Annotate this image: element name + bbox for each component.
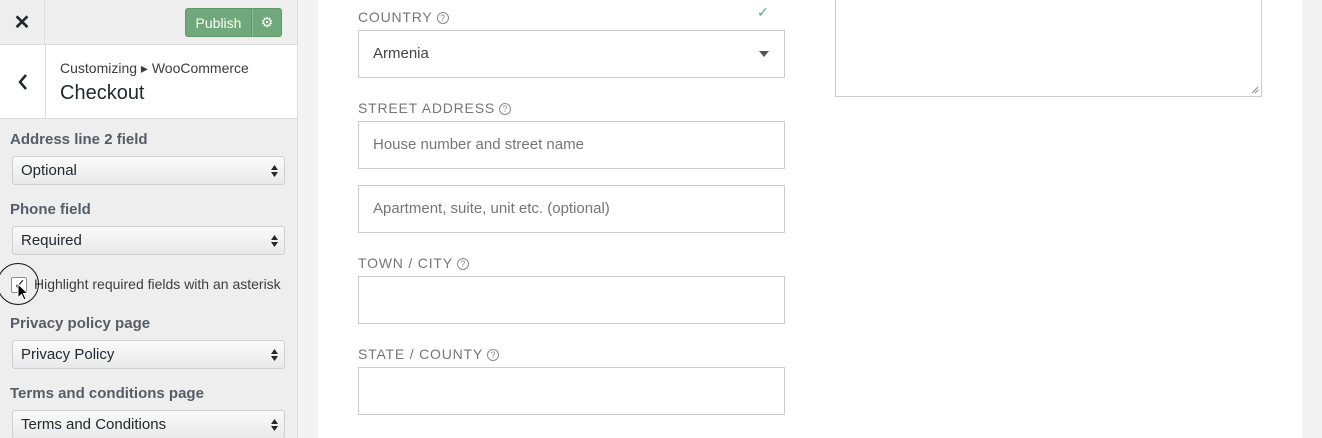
state-label: STATE / COUNTY?	[358, 346, 500, 362]
order-notes-textarea[interactable]	[835, 0, 1262, 97]
country-label: COUNTRY?	[358, 9, 449, 25]
mouse-cursor-icon	[17, 283, 29, 301]
dropdown-arrow-icon	[759, 51, 769, 57]
select-arrows-icon	[271, 235, 278, 247]
privacy-value: Privacy Policy	[21, 346, 115, 363]
customizer-sidebar: ✕ Publish ⚙ Customizing ▸ WooCommerce Ch…	[0, 0, 298, 438]
question-circle-icon[interactable]: ?	[498, 103, 511, 115]
address2-label: Address line 2 field	[10, 131, 148, 148]
asterisk-label: Highlight required fields with an asteri…	[34, 276, 281, 292]
apartment-input[interactable]: Apartment, suite, unit etc. (optional)	[358, 185, 785, 233]
country-label-text: COUNTRY	[358, 9, 433, 25]
question-circle-icon[interactable]: ?	[436, 12, 449, 24]
state-input[interactable]	[358, 367, 785, 415]
checkmark-icon: ✓	[757, 4, 769, 20]
country-select[interactable]: Armenia	[358, 30, 785, 78]
address2-select[interactable]: Optional	[12, 156, 285, 185]
terms-label: Terms and conditions page	[10, 385, 204, 402]
select-arrows-icon	[271, 419, 278, 431]
publish-button[interactable]: Publish	[185, 8, 252, 37]
breadcrumb: Customizing ▸ WooCommerce	[60, 60, 249, 76]
terms-select[interactable]: Terms and Conditions	[12, 410, 285, 438]
town-label-text: TOWN / CITY	[358, 255, 453, 271]
state-label-text: STATE / COUNTY	[358, 346, 484, 362]
customizer-header: ✕ Publish ⚙	[0, 0, 297, 45]
resize-handle-icon[interactable]	[1251, 86, 1259, 94]
question-circle-icon[interactable]: ?	[487, 349, 500, 361]
section-header: Customizing ▸ WooCommerce Checkout	[0, 45, 297, 119]
chevron-left-icon[interactable]	[0, 45, 46, 119]
privacy-label: Privacy policy page	[10, 315, 151, 332]
question-circle-icon[interactable]: ?	[456, 258, 469, 270]
phone-select[interactable]: Required	[12, 226, 285, 255]
country-value: Armenia	[373, 45, 429, 62]
street-label: STREET ADDRESS?	[358, 100, 511, 116]
phone-label: Phone field	[10, 201, 91, 218]
gear-icon[interactable]: ⚙	[252, 8, 282, 37]
privacy-select[interactable]: Privacy Policy	[12, 340, 285, 369]
town-label: TOWN / CITY?	[358, 255, 469, 271]
section-title: Checkout	[60, 82, 145, 104]
select-arrows-icon	[271, 165, 278, 177]
street-label-text: STREET ADDRESS	[358, 100, 495, 116]
terms-value: Terms and Conditions	[21, 416, 167, 433]
close-icon[interactable]: ✕	[0, 0, 45, 45]
address2-value: Optional	[21, 162, 77, 179]
street-address-input[interactable]: House number and street name	[358, 121, 785, 169]
phone-value: Required	[21, 232, 82, 249]
town-input[interactable]	[358, 276, 785, 324]
select-arrows-icon	[271, 349, 278, 361]
